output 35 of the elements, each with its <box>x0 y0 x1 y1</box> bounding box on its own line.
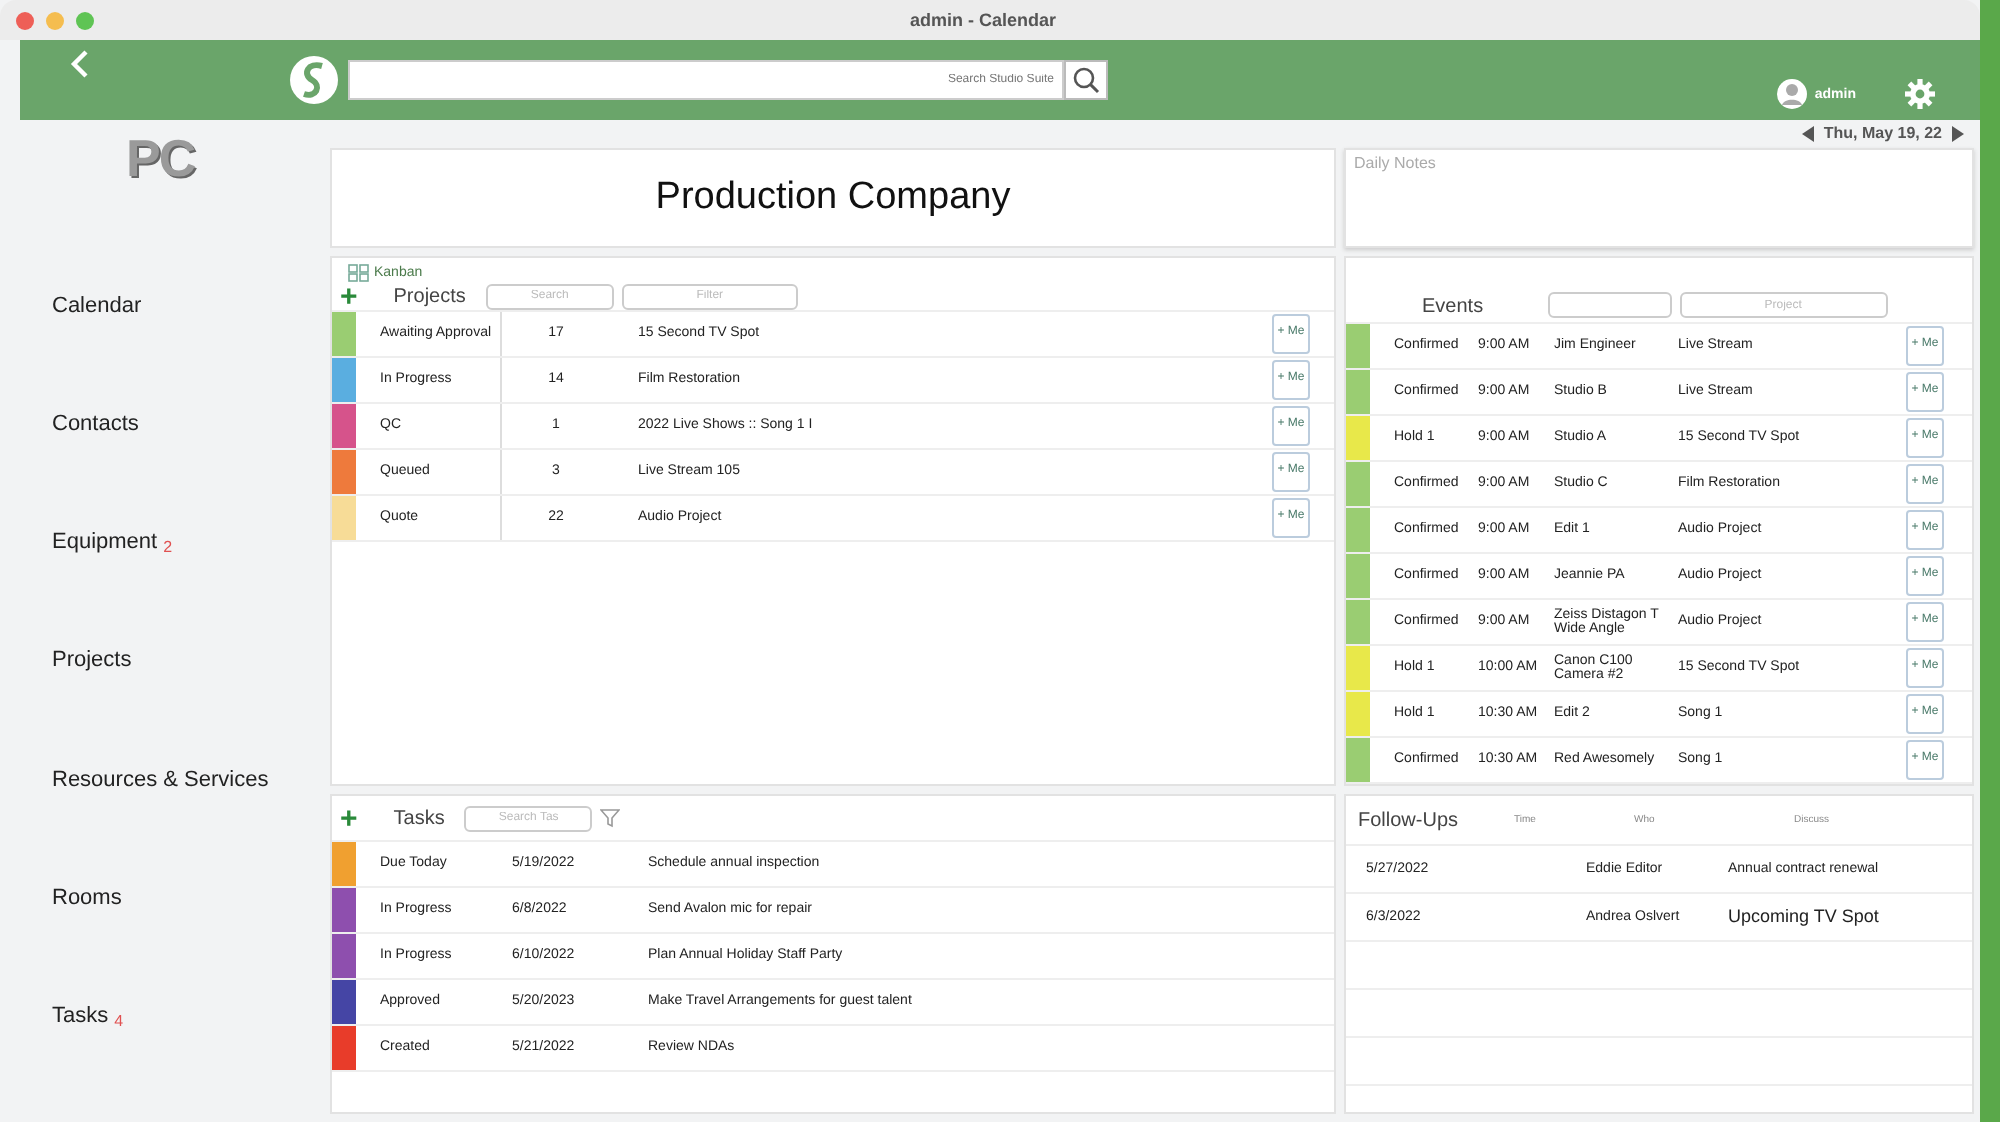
search-icon <box>1072 66 1100 94</box>
close-button[interactable] <box>16 11 34 29</box>
company-logo: PC <box>126 128 195 190</box>
count-label: 4 <box>114 1011 124 1030</box>
sidebar-item[interactable]: Calendar <box>20 294 142 413</box>
sidebar-item[interactable]: Equipment 2 <box>20 530 173 649</box>
panel-title: Events <box>1422 296 1484 318</box>
search-button[interactable] <box>1064 60 1108 100</box>
daily-notes-field[interactable]: Daily Notes <box>1344 148 1974 248</box>
grid-icon <box>348 264 370 282</box>
previous-day-icon[interactable] <box>1801 125 1814 141</box>
table-cell-text: Upcoming TV Spot <box>1728 907 1881 927</box>
minimize-button[interactable] <box>46 11 64 29</box>
search-field[interactable] <box>1547 292 1672 318</box>
filter-icon[interactable] <box>600 808 621 828</box>
sidebar-item[interactable]: Resources & Services <box>20 767 269 886</box>
back-icon[interactable] <box>68 48 92 80</box>
zoom-button[interactable] <box>76 11 94 29</box>
sidebar-item[interactable]: Rooms <box>20 885 122 1004</box>
window-title: admin - Calendar <box>907 10 1058 30</box>
sidebar-item[interactable]: Tasks 4 <box>20 1003 124 1122</box>
user-avatar-icon[interactable] <box>1776 78 1809 110</box>
sidebar-item[interactable]: Projects <box>20 648 132 768</box>
current-date: Thu, May 19, 22 <box>1823 124 1942 142</box>
add-button[interactable]: + <box>340 281 358 311</box>
panel-title: Follow-Ups <box>1358 809 1461 831</box>
settings-icon[interactable] <box>1904 78 1936 110</box>
panel-title: Tasks <box>393 807 445 829</box>
add-button[interactable]: + <box>340 803 358 833</box>
sidebar-item[interactable]: Contacts <box>20 412 139 531</box>
panel-title: Projects <box>393 285 466 307</box>
next-day-icon[interactable] <box>1952 125 1964 141</box>
company-name: Production Company <box>655 176 1011 220</box>
app-logo-icon <box>288 54 340 106</box>
count-label: 2 <box>163 538 173 557</box>
